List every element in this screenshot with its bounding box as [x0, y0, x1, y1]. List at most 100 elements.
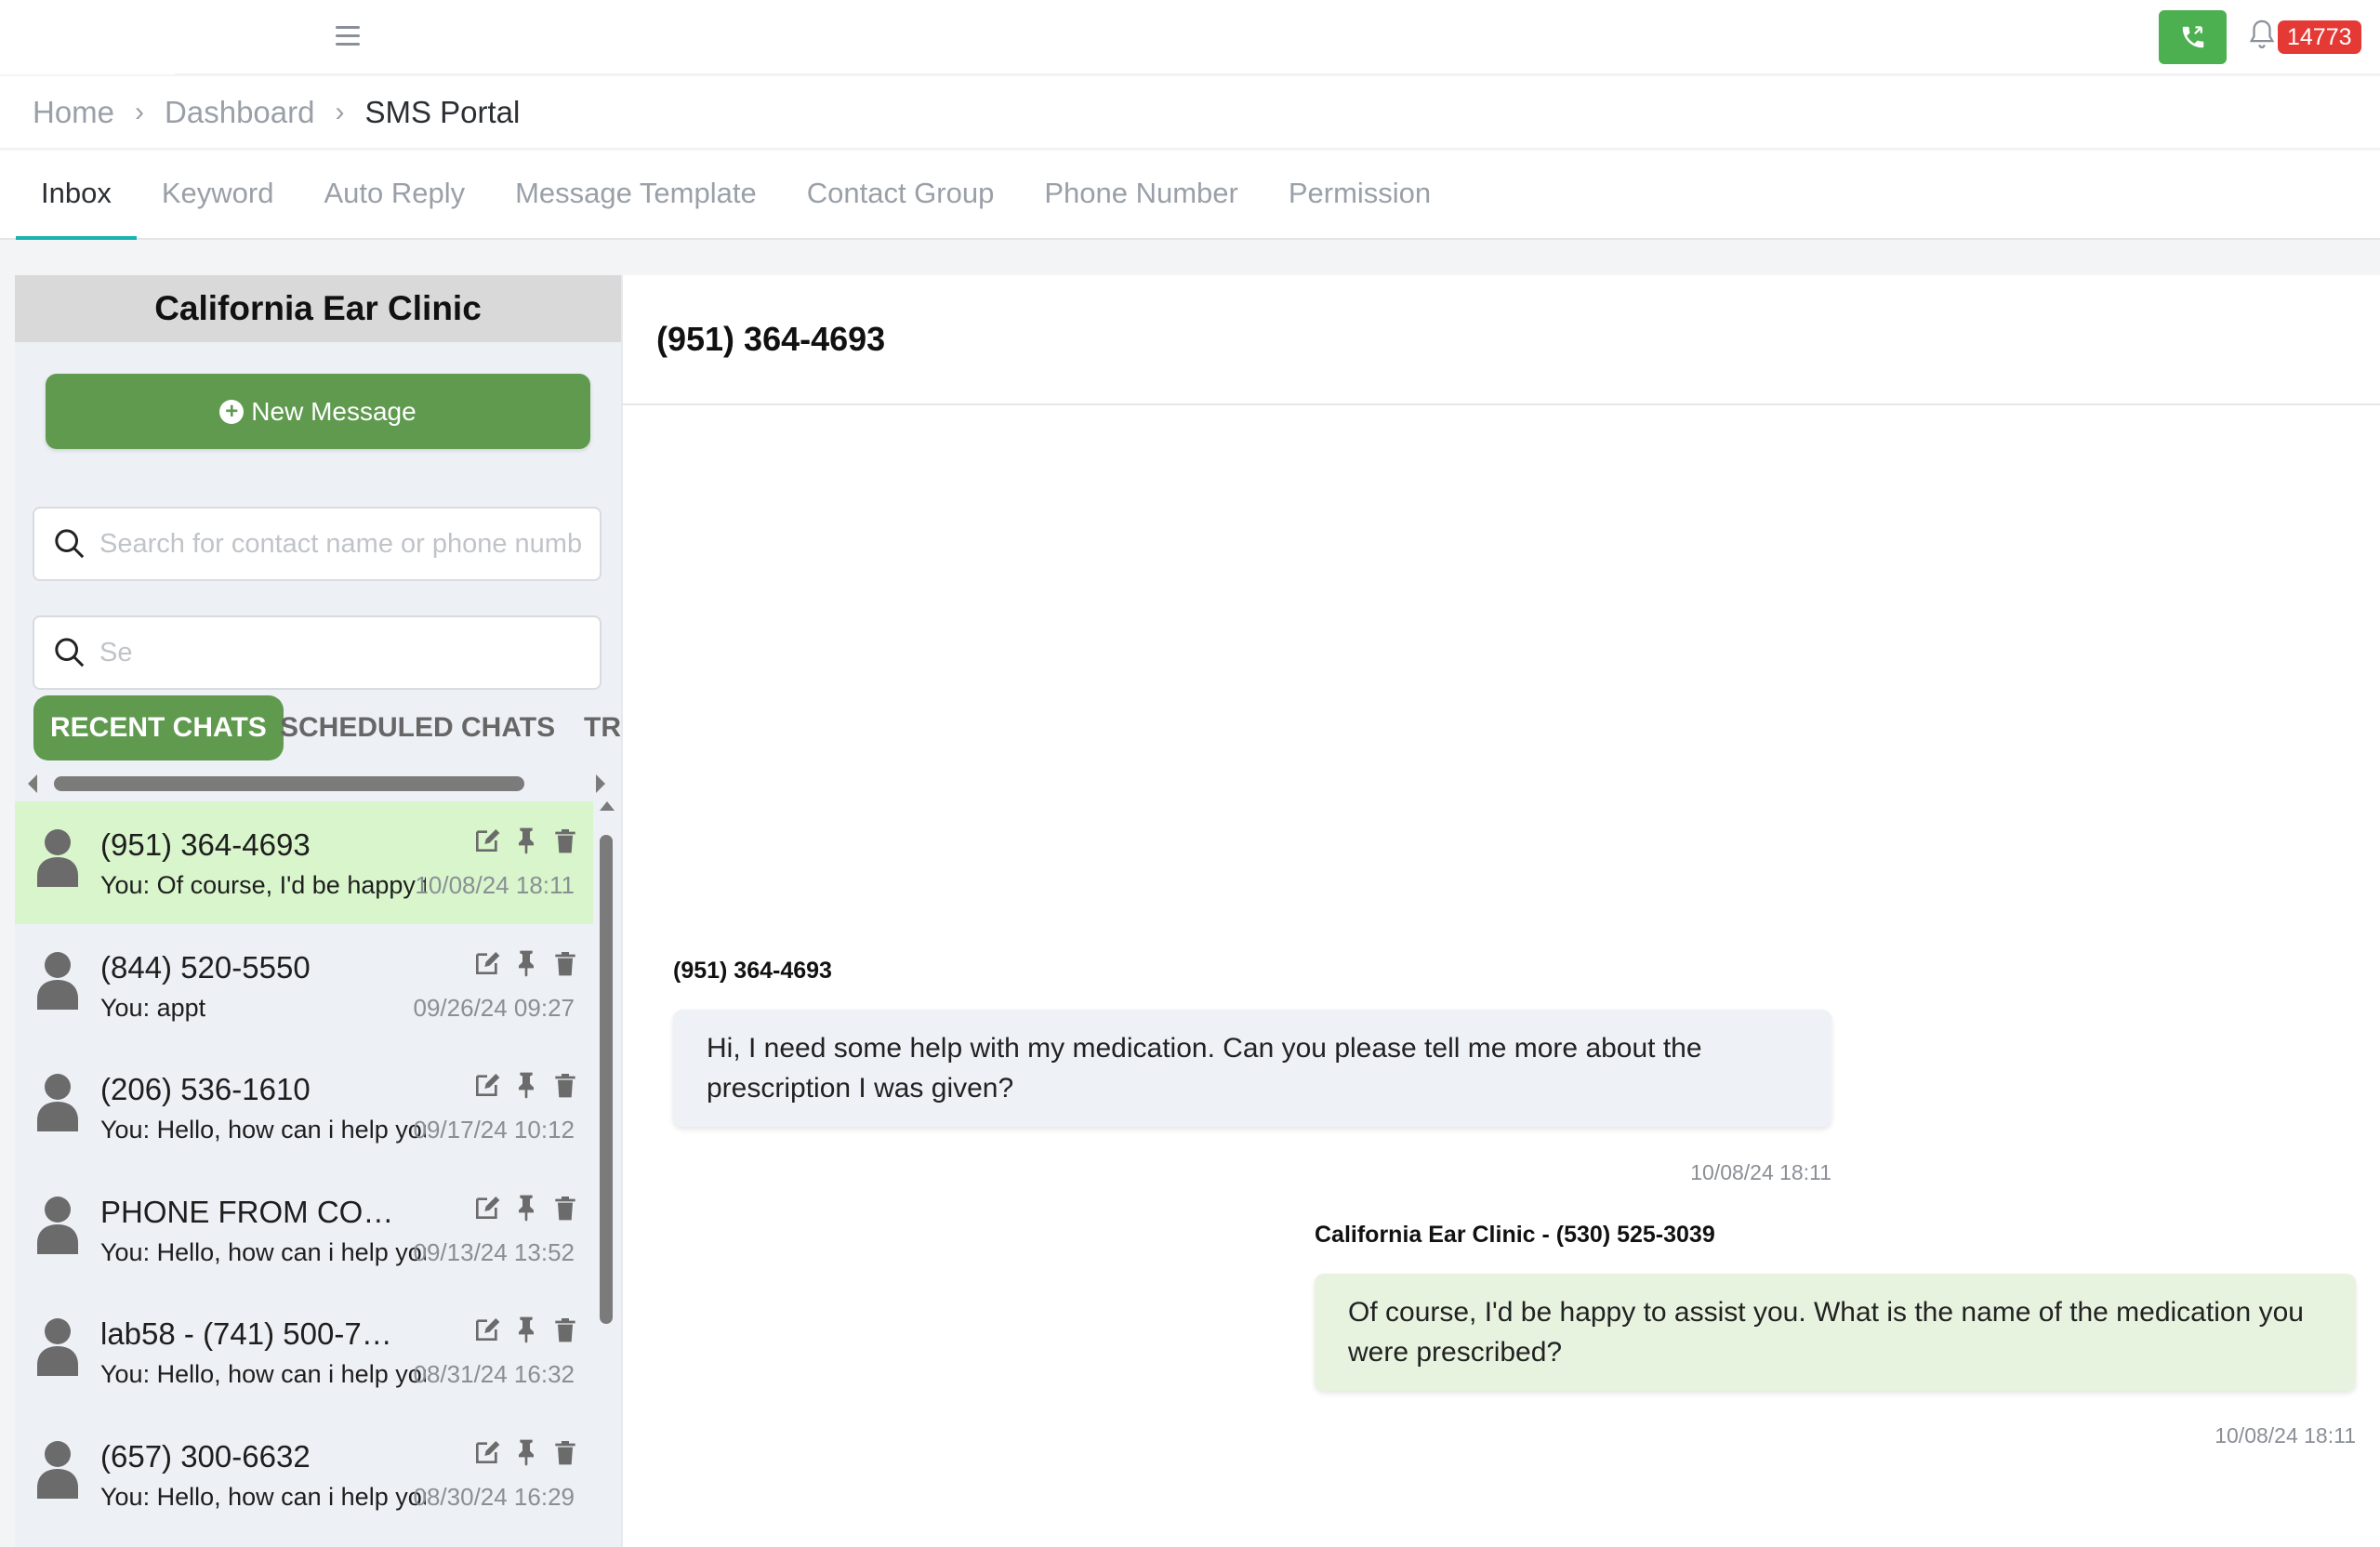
tab-permission[interactable]: Permission [1263, 151, 1456, 240]
user-avatar-icon [37, 1196, 78, 1254]
breadcrumb-current: SMS Portal [364, 94, 521, 129]
edit-icon[interactable] [472, 1070, 502, 1100]
chat-name: lab58 - (741) 500-7321 [100, 1316, 407, 1351]
pin-icon[interactable] [511, 1315, 541, 1344]
chat-list: (951) 364-4693 You: Of course, I'd be ha… [15, 801, 593, 1547]
chevron-right-icon: › [135, 96, 145, 127]
pin-icon[interactable] [511, 826, 541, 855]
trash-icon[interactable] [550, 1315, 580, 1344]
scroll-up-arrow[interactable] [600, 801, 615, 811]
chat-list-item[interactable]: (844) 520-5550 You: appt 09/26/24 09:27 [15, 924, 593, 1047]
chat-name: (657) 300-6632 [100, 1438, 311, 1474]
secondary-search-box [33, 615, 602, 690]
chat-time: 08/31/24 16:32 [413, 1360, 575, 1388]
chat-preview: You: Of course, I'd be happy to as [100, 871, 426, 899]
chat-time: 08/30/24 16:29 [413, 1482, 575, 1511]
chat-time: 09/17/24 10:12 [413, 1116, 575, 1144]
pin-icon[interactable] [511, 1070, 541, 1100]
trash-icon[interactable] [550, 948, 580, 978]
vertical-scrollbar[interactable] [597, 801, 615, 1547]
new-message-label: New Message [251, 396, 416, 426]
breadcrumb-home[interactable]: Home [33, 95, 114, 130]
logo-area [0, 0, 175, 74]
edit-icon[interactable] [472, 826, 502, 855]
chat-tabs: RECENT CHATS SCHEDULED CHATS TR [15, 695, 621, 762]
chat-list-item[interactable]: (657) 300-6632 You: Hello, how can i hel… [15, 1413, 593, 1536]
chevron-right-icon: › [335, 96, 345, 127]
clinic-name: California Ear Clinic [15, 275, 621, 342]
trash-icon[interactable] [550, 1437, 580, 1467]
trash-icon[interactable] [550, 826, 580, 855]
pin-icon[interactable] [511, 1437, 541, 1467]
edit-icon[interactable] [472, 948, 502, 978]
chat-sidebar: California Ear Clinic + New Message RECE… [15, 275, 621, 1547]
user-avatar-icon [37, 1074, 78, 1131]
tab-phone-number[interactable]: Phone Number [1019, 151, 1263, 240]
chat-time: 09/26/24 09:27 [413, 993, 575, 1022]
trash-icon[interactable] [550, 1070, 580, 1100]
chat-time: 09/13/24 13:52 [413, 1237, 575, 1266]
chat-preview: You: Hello, how can i help you? [100, 1237, 426, 1266]
chat-preview: You: Hello, how can i help you? [100, 1360, 426, 1388]
tab-contact-group[interactable]: Contact Group [782, 151, 1020, 240]
scroll-right-arrow[interactable] [596, 774, 605, 793]
search-icon [55, 638, 85, 668]
message-sender: California Ear Clinic - (530) 525-3039 [1315, 1222, 1715, 1248]
chat-preview: You: appt [100, 993, 206, 1022]
edit-icon[interactable] [472, 1193, 502, 1223]
chat-time: 10/08/24 18:11 [415, 871, 575, 899]
chat-list-item[interactable]: PHONE FROM CONTAC… You: Hello, how can i… [15, 1169, 593, 1291]
chat-name: (951) 364-4693 [100, 827, 311, 862]
notification-badge[interactable]: 14773 [2278, 20, 2361, 54]
edit-icon[interactable] [472, 1437, 502, 1467]
contact-search-box [33, 507, 602, 581]
tab-scheduled-chats[interactable]: SCHEDULED CHATS [280, 695, 555, 760]
chat-list-item[interactable]: lab58 - (741) 500-7321 You: Hello, how c… [15, 1290, 593, 1413]
plus-circle-icon: + [219, 399, 245, 424]
scrollbar-thumb[interactable] [600, 835, 613, 1324]
tab-auto-reply[interactable]: Auto Reply [298, 151, 490, 240]
user-avatar-icon [37, 1318, 78, 1376]
incoming-message-bubble: Hi, I need some help with my medication.… [673, 1010, 1831, 1127]
message-timestamp: 10/08/24 18:11 [1690, 1160, 1831, 1184]
scrollbar-thumb[interactable] [54, 776, 524, 791]
chat-preview: You: Hello, how can i help you? [100, 1116, 426, 1144]
tab-truncated[interactable]: TR [584, 695, 621, 760]
message-sender: (951) 364-4693 [673, 958, 832, 984]
chat-preview: You: Hello, how can i help you? [100, 1482, 426, 1511]
bell-icon[interactable] [2246, 17, 2278, 52]
scroll-left-arrow[interactable] [28, 774, 37, 793]
chat-list-item[interactable]: (206) 536-1610 You: Hello, how can i hel… [15, 1046, 593, 1169]
outgoing-message-bubble: Of course, I'd be happy to assist you. W… [1315, 1274, 2356, 1391]
main-tabs: Inbox Keyword Auto Reply Message Templat… [0, 151, 2380, 240]
secondary-search-input[interactable] [99, 637, 583, 668]
tab-keyword[interactable]: Keyword [137, 151, 299, 240]
top-bar: 14773 [0, 0, 2380, 74]
chat-name: (844) 520-5550 [100, 949, 311, 985]
conversation-panel: (951) 364-4693 (951) 364-4693 Hi, I need… [621, 275, 2380, 1547]
edit-icon[interactable] [472, 1315, 502, 1344]
tab-message-template[interactable]: Message Template [490, 151, 782, 240]
chat-name: PHONE FROM CONTAC… [100, 1194, 407, 1229]
breadcrumb: Home › Dashboard › SMS Portal [0, 76, 2380, 149]
horizontal-scrollbar[interactable] [15, 768, 621, 796]
contact-search-input[interactable] [99, 528, 583, 560]
call-button[interactable] [2159, 10, 2227, 64]
tab-recent-chats[interactable]: RECENT CHATS [33, 695, 284, 760]
menu-icon[interactable] [331, 20, 364, 52]
trash-icon[interactable] [550, 1193, 580, 1223]
breadcrumb-dashboard[interactable]: Dashboard [165, 95, 314, 130]
new-message-button[interactable]: + New Message [46, 374, 590, 449]
tab-inbox[interactable]: Inbox [16, 151, 137, 240]
user-avatar-icon [37, 829, 78, 887]
search-icon [55, 529, 85, 559]
phone-icon [2182, 26, 2203, 48]
user-avatar-icon [37, 951, 78, 1010]
chat-list-item[interactable]: (951) 364-4693 You: Of course, I'd be ha… [15, 801, 593, 924]
chat-name: (206) 536-1610 [100, 1072, 311, 1106]
pin-icon[interactable] [511, 1193, 541, 1223]
pin-icon[interactable] [511, 948, 541, 978]
user-avatar-icon [37, 1440, 78, 1499]
conversation-title: (951) 364-4693 [623, 275, 2380, 405]
message-timestamp: 10/08/24 18:11 [2215, 1423, 2356, 1448]
